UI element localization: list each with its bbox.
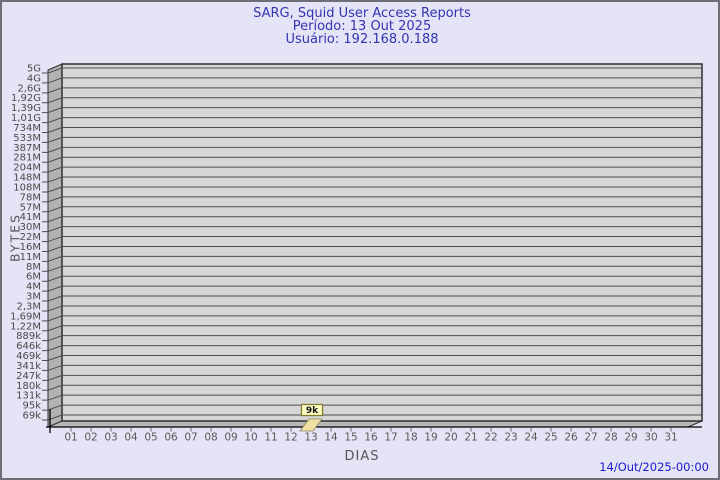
x-tick-label: 08	[204, 432, 217, 444]
x-tick-label: 05	[144, 432, 157, 444]
x-tick-label: 06	[164, 432, 178, 444]
x-tick-label: 26	[564, 432, 578, 444]
x-tick-label: 18	[404, 432, 417, 444]
x-tick-label: 17	[384, 432, 397, 444]
x-tick-label: 24	[524, 432, 538, 444]
x-tick-label: 15	[344, 432, 357, 444]
y-axis-title: BYTES	[7, 213, 23, 262]
x-tick-label: 22	[484, 432, 497, 444]
x-tick-label: 30	[644, 432, 657, 444]
x-tick-label: 20	[444, 432, 457, 444]
x-tick-label: 31	[664, 432, 677, 444]
bar-value-label: 9k	[306, 406, 319, 416]
x-tick-label: 19	[424, 432, 437, 444]
x-tick-label: 10	[244, 432, 257, 444]
x-tick-label: 23	[504, 432, 517, 444]
y-tick-label: 69k	[22, 411, 41, 422]
plot-floor-3d	[47, 420, 703, 428]
x-tick-label: 09	[224, 432, 237, 444]
sarg-report-chart: SARG, Squid User Access Reports Período:…	[0, 0, 720, 480]
x-tick-label: 12	[284, 432, 297, 444]
x-tick-label: 27	[584, 432, 597, 444]
x-tick-label: 01	[64, 432, 77, 444]
x-tick-label: 16	[364, 432, 378, 444]
x-tick-label: 14	[324, 432, 338, 444]
x-tick-label: 03	[104, 432, 117, 444]
x-tick-label: 28	[604, 432, 617, 444]
x-tick-label: 07	[184, 432, 197, 444]
x-tick-label: 11	[264, 432, 277, 444]
chart-canvas: 5G4G2,6G1,92G1,39G1,01G734M533M387M281M2…	[10, 63, 703, 444]
report-timestamp: 14/Out/2025-00:00	[599, 460, 709, 474]
x-tick-label: 13	[304, 432, 317, 444]
x-tick-label: 25	[544, 432, 557, 444]
x-tick-label: 21	[464, 432, 477, 444]
x-tick-label: 02	[84, 432, 97, 444]
x-tick-label: 29	[624, 432, 637, 444]
x-tick-label: 04	[124, 432, 138, 444]
